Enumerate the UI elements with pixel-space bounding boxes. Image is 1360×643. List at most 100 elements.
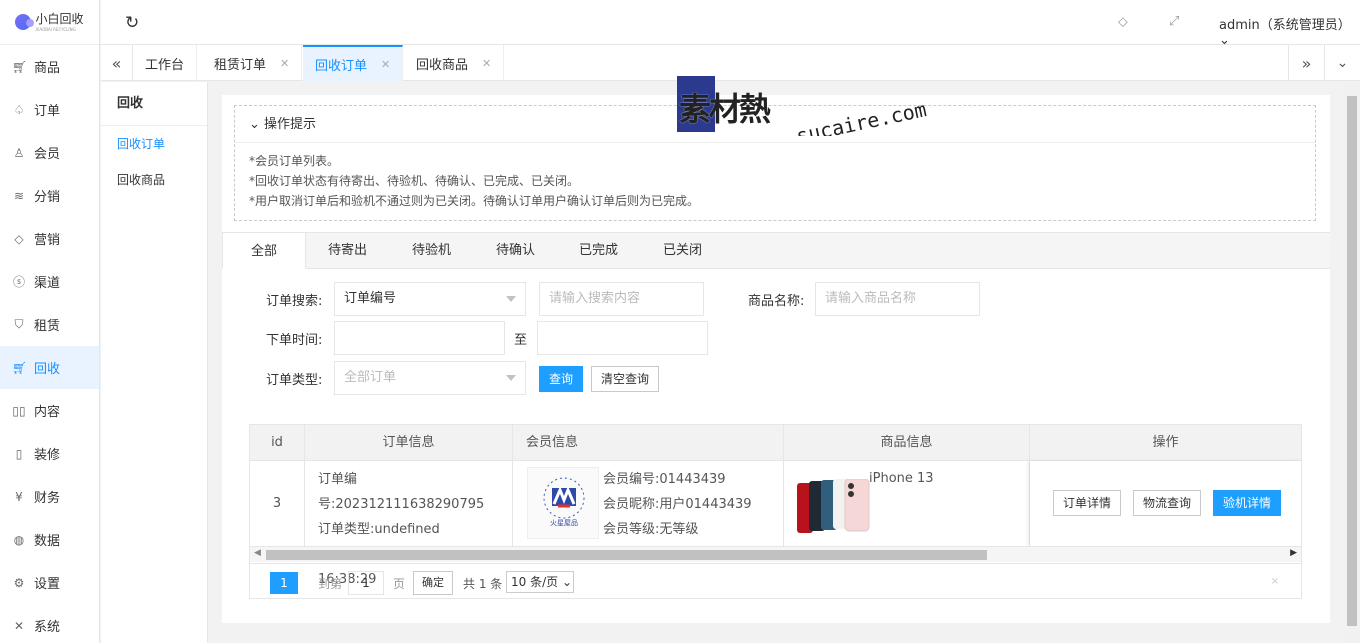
- clear-query-button[interactable]: 清空查询: [591, 366, 660, 392]
- sidebar-item-data[interactable]: ◍ 数据: [0, 518, 99, 561]
- sidebar-item-label: 订单: [34, 104, 61, 119]
- table-header-goods-info: 商品信息: [784, 425, 1030, 461]
- tips-title: 操作提示: [264, 117, 317, 132]
- tab-to-inspect[interactable]: 待验机: [384, 232, 479, 269]
- total-count: 共 1 条: [463, 577, 503, 591]
- sidebar-item-recycle[interactable]: 🛒︎ 回收: [0, 346, 99, 389]
- sidebar-item-decoration[interactable]: ▯ 装修: [0, 432, 99, 475]
- tab-to-send[interactable]: 待寄出: [300, 232, 395, 269]
- search-input[interactable]: 请输入搜索内容: [539, 282, 704, 316]
- order-type-select[interactable]: 全部订单: [334, 361, 526, 395]
- bell-icon: ♤: [13, 102, 25, 117]
- fullscreen-icon[interactable]: ⤢: [1169, 14, 1179, 29]
- subnav-item-recycle-goods[interactable]: 回收商品: [101, 162, 207, 198]
- start-date-input[interactable]: [334, 321, 505, 355]
- end-date-input[interactable]: [537, 321, 708, 355]
- order-time-label: 下单时间:: [266, 333, 323, 348]
- tab-recycle-goods[interactable]: 回收商品 ✕: [404, 45, 505, 81]
- tabs-menu-chevron-down-icon[interactable]: ⌄: [1324, 45, 1360, 81]
- refresh-icon[interactable]: ↻: [125, 13, 139, 33]
- scrollbar-thumb[interactable]: [1347, 96, 1357, 626]
- status-tabs: 全部 待寄出 待验机 待确认 已完成 已关闭: [222, 232, 1330, 269]
- globe-icon: ◍: [13, 532, 25, 547]
- sidebar-item-content[interactable]: ▯▯ 内容: [0, 389, 99, 432]
- orders-table: id 订单信息 会员信息 商品信息 操作 3 订单编号:202312111638…: [249, 424, 1302, 599]
- yen-icon: ¥: [15, 489, 23, 504]
- table-header-order-info: 订单信息: [305, 425, 513, 461]
- sidebar-item-marketing[interactable]: ◇ 营销: [0, 217, 99, 260]
- search-type-select[interactable]: 订单编号: [334, 282, 526, 316]
- cell-member-info: 火星屋品 会员编号:01443439 会员昵称:用户01443439 会员等级:…: [513, 461, 784, 546]
- tips-line: *会员订单列表。: [249, 154, 340, 168]
- main-content: ⌄ 操作提示 *会员订单列表。 *回收订单状态有待寄出、待验机、待确认、已完成、…: [222, 95, 1330, 623]
- goto-confirm-button[interactable]: 确定: [413, 571, 453, 595]
- page-size-select[interactable]: 10 条/页 ⌄: [506, 571, 574, 593]
- tag-icon[interactable]: ⬦: [1118, 14, 1128, 30]
- close-icon[interactable]: ✕: [280, 57, 289, 70]
- sidebar-item-settings[interactable]: ⚙ 设置: [0, 561, 99, 604]
- sidebar-item-orders[interactable]: ♤ 订单: [0, 88, 99, 131]
- user-icon: ♙: [13, 145, 25, 160]
- vertical-scrollbar[interactable]: [1344, 82, 1360, 643]
- table-header-member-info: 会员信息: [513, 425, 784, 461]
- sidebar-item-members[interactable]: ♙ 会员: [0, 131, 99, 174]
- pager-close-icon[interactable]: ⨯: [1271, 576, 1279, 587]
- pagination: 1 到第 1 页 确定 共 1 条 10 条/页 ⌄ ⨯: [250, 563, 1301, 599]
- cell-id: 3: [250, 461, 305, 546]
- book-icon: ▯▯: [12, 403, 26, 418]
- sidebar-item-distribution[interactable]: ≋ 分销: [0, 174, 99, 217]
- tab-recycle-orders[interactable]: 回收订单 ✕: [303, 45, 404, 81]
- sidebar-item-label: 渠道: [34, 276, 61, 291]
- watermark-en: sucaire.com: [794, 97, 927, 136]
- avatar-caption: 火星屋品: [550, 519, 578, 527]
- query-button[interactable]: 查询: [539, 366, 584, 392]
- user-menu[interactable]: admin（系统管理员） ⌄: [1219, 14, 1360, 48]
- tab-lease-orders[interactable]: 租赁订单 ✕: [202, 45, 303, 81]
- page-current[interactable]: 1: [270, 572, 298, 594]
- sidebar-item-label: 会员: [34, 147, 61, 162]
- order-type: 订单类型:undefined: [318, 522, 440, 537]
- tab-label: 租赁订单: [214, 57, 267, 73]
- logistics-query-button[interactable]: 物流查询: [1133, 490, 1202, 516]
- logo[interactable]: 小白回收 XIAOBAI RECYCLING: [0, 0, 99, 45]
- subnav-title: 回收: [101, 82, 207, 126]
- order-type-label: 订单类型:: [266, 373, 323, 388]
- tabs-scroll-left-icon[interactable]: «: [101, 45, 133, 81]
- cart-icon: 🛒︎: [12, 59, 28, 74]
- tab-label: 工作台: [145, 57, 185, 73]
- sidebar-item-lease[interactable]: ⛉ 租赁: [0, 303, 99, 346]
- tab-workbench[interactable]: 工作台: [133, 45, 198, 81]
- phone-icon: ▯: [15, 446, 23, 461]
- close-icon[interactable]: ✕: [381, 58, 390, 71]
- close-icon[interactable]: ✕: [482, 57, 491, 70]
- subnav-item-recycle-orders[interactable]: 回收订单: [101, 126, 207, 162]
- cell-order-info: 订单编号:202312111638290795 订单类型:undefined 下…: [305, 461, 513, 587]
- member-number: 会员编号:01443439: [603, 472, 726, 487]
- sidebar-item-goods[interactable]: 🛒︎ 商品: [0, 45, 99, 88]
- scrollbar-thumb[interactable]: [266, 550, 987, 560]
- horizontal-scrollbar[interactable]: ◀ ▶: [250, 546, 1301, 562]
- tabs-scroll-right-icon[interactable]: »: [1288, 45, 1324, 81]
- order-number: 订单编号:202312111638290795: [318, 472, 485, 512]
- inspection-detail-button[interactable]: 验机详情: [1213, 490, 1282, 516]
- sidebar-item-finance[interactable]: ¥ 财务: [0, 475, 99, 518]
- tab-all[interactable]: 全部: [222, 232, 307, 269]
- goto-page-input[interactable]: 1: [348, 571, 384, 595]
- tab-closed[interactable]: 已关闭: [635, 232, 730, 269]
- avatar: 火星屋品: [527, 467, 599, 539]
- cart-icon: 🛒︎: [12, 360, 28, 375]
- layers-icon: ≋: [13, 188, 25, 203]
- main-sidebar: 小白回收 XIAOBAI RECYCLING 🛒︎ 商品 ♤ 订单 ♙ 会员 ≋ 分销 …: [0, 0, 100, 643]
- product-image: [797, 479, 870, 533]
- tab-completed[interactable]: 已完成: [551, 232, 646, 269]
- sidebar-item-channel[interactable]: ⓢ 渠道: [0, 260, 99, 303]
- tab-to-confirm[interactable]: 待确认: [468, 232, 563, 269]
- cell-actions: 订单详情 物流查询 验机详情: [1030, 461, 1301, 546]
- sidebar-item-system[interactable]: ✕ 系统: [0, 604, 99, 643]
- goto-label: 到第: [318, 577, 343, 591]
- order-detail-button[interactable]: 订单详情: [1053, 490, 1122, 516]
- sidebar-item-label: 设置: [34, 577, 61, 592]
- goods-name-input[interactable]: 请输入商品名称: [815, 282, 980, 316]
- scroll-right-icon[interactable]: ▶: [1290, 548, 1297, 558]
- scroll-left-icon[interactable]: ◀: [254, 548, 261, 558]
